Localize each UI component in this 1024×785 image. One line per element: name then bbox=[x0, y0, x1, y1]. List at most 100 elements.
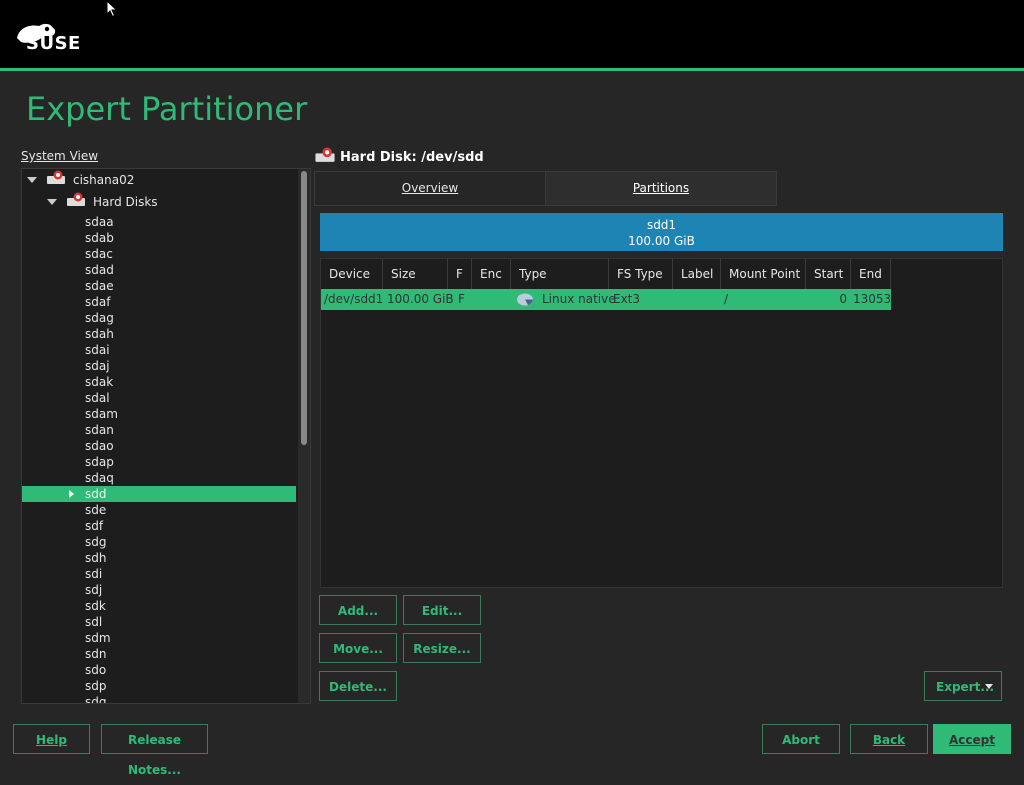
tree-item-disk[interactable]: sdae bbox=[22, 278, 292, 294]
tree-item-disk[interactable]: sdah bbox=[22, 326, 292, 342]
tree-item-disk[interactable]: sdan bbox=[22, 422, 292, 438]
tree-item-disk[interactable]: sdaa bbox=[22, 214, 292, 230]
tree-item-disk[interactable]: sdal bbox=[22, 390, 292, 406]
mouse-cursor-icon bbox=[106, 0, 118, 18]
resize-partition-button[interactable]: Resize... bbox=[403, 633, 481, 663]
partition-bar-sdd1[interactable]: sdd1 100.00 GiB bbox=[320, 213, 1003, 251]
tree-item-disk[interactable]: sdj bbox=[22, 582, 292, 598]
tree-item-disk[interactable]: sdh bbox=[22, 550, 292, 566]
tree-item-disk[interactable]: sdap bbox=[22, 454, 292, 470]
tree-item-label: sdab bbox=[85, 231, 114, 245]
tree-item-disk[interactable]: sdm bbox=[22, 630, 292, 646]
back-button[interactable]: Back bbox=[850, 724, 928, 754]
tree-item-disk[interactable]: sdao bbox=[22, 438, 292, 454]
partition-type-icon bbox=[517, 293, 533, 306]
release-notes-button[interactable]: Release Notes... bbox=[101, 724, 208, 777]
computer-icon bbox=[47, 170, 65, 184]
tree-root-label: cishana02 bbox=[73, 173, 135, 187]
column-header-start[interactable]: Start bbox=[806, 259, 851, 289]
top-accent-line bbox=[0, 68, 1024, 71]
accept-button[interactable]: Accept bbox=[933, 724, 1011, 754]
cell-start: 0 bbox=[839, 292, 847, 306]
tree-item-disk[interactable]: sdo bbox=[22, 662, 292, 678]
tree-item-label: sdo bbox=[85, 663, 107, 677]
column-header-type[interactable]: Type bbox=[511, 259, 609, 289]
column-header-enc[interactable]: Enc bbox=[472, 259, 511, 289]
hard-disk-title: Hard Disk: /dev/sdd bbox=[340, 150, 484, 165]
tree-item-disk[interactable]: sdab bbox=[22, 230, 292, 246]
tree-item-label: sdq bbox=[85, 695, 107, 704]
table-row[interactable]: /dev/sdd1 100.00 GiB F Linux native Ext3… bbox=[321, 289, 891, 310]
tree-item-disk[interactable]: sdi bbox=[22, 566, 292, 582]
column-header-size[interactable]: Size bbox=[383, 259, 448, 289]
cell-end: 13053 bbox=[853, 292, 892, 306]
tree-item-label: sdal bbox=[85, 391, 110, 405]
column-header-fs-type[interactable]: FS Type bbox=[609, 259, 673, 289]
tree-item-disk[interactable]: sdk bbox=[22, 598, 292, 614]
add-partition-button[interactable]: Add... bbox=[319, 595, 397, 625]
expert-menu-button[interactable]: Expert... bbox=[924, 671, 1002, 701]
tree-item-disk[interactable]: sdad bbox=[22, 262, 292, 278]
column-header-device[interactable]: Device bbox=[321, 259, 383, 289]
page-title: Expert Partitioner bbox=[26, 90, 308, 128]
tree-item-label: sdk bbox=[85, 599, 106, 613]
tree-item-label: sdad bbox=[85, 263, 114, 277]
cell-f: F bbox=[458, 292, 465, 306]
tree-item-disk[interactable]: sdam bbox=[22, 406, 292, 422]
column-header-label[interactable]: Label bbox=[673, 259, 721, 289]
edit-partition-button[interactable]: Edit... bbox=[403, 595, 481, 625]
tab-overview[interactable]: Overview bbox=[314, 171, 546, 206]
expand-arrow-icon[interactable] bbox=[27, 177, 37, 183]
tree-item-disk[interactable]: sdq bbox=[22, 694, 292, 704]
tree-item-hard-disks[interactable]: Hard Disks bbox=[22, 192, 292, 210]
tree-item-disk[interactable]: sdaf bbox=[22, 294, 292, 310]
cell-device: /dev/sdd1 bbox=[324, 292, 384, 306]
dropdown-arrow-icon bbox=[985, 684, 993, 689]
tree-item-label: sdan bbox=[85, 423, 114, 437]
cell-size: 100.00 GiB bbox=[387, 292, 454, 306]
tree-item-disk[interactable]: sdak bbox=[22, 374, 292, 390]
tree-item-disk[interactable]: sdp bbox=[22, 678, 292, 694]
help-button[interactable]: Help bbox=[13, 724, 90, 754]
tree-item-label: sdf bbox=[85, 519, 104, 533]
partitions-table[interactable]: Device Size F Enc Type FS Type Label Mou… bbox=[320, 258, 1003, 588]
tree-item-disk[interactable]: sdg bbox=[22, 534, 292, 550]
column-header-f[interactable]: F bbox=[448, 259, 472, 289]
tree-item-disk[interactable]: sdaq bbox=[22, 470, 292, 486]
cell-mount-point: / bbox=[724, 292, 729, 306]
tree-group-label: Hard Disks bbox=[93, 195, 158, 209]
tree-item-disk[interactable]: sdf bbox=[22, 518, 292, 534]
hard-disk-icon bbox=[67, 192, 85, 206]
tree-item-root[interactable]: cishana02 bbox=[22, 170, 292, 188]
tree-item-disk[interactable]: sdd bbox=[22, 486, 296, 502]
tree-item-disk[interactable]: sdai bbox=[22, 342, 292, 358]
column-header-mount-point[interactable]: Mount Point bbox=[721, 259, 806, 289]
suse-logo-text: SUSE bbox=[26, 33, 81, 54]
tree-item-label: sdac bbox=[85, 247, 113, 261]
move-partition-button[interactable]: Move... bbox=[319, 633, 397, 663]
expand-arrow-icon[interactable] bbox=[69, 490, 74, 498]
tree-item-label: sdak bbox=[85, 375, 114, 389]
tree-item-label: sdg bbox=[85, 535, 107, 549]
tree-item-disk[interactable]: sdl bbox=[22, 614, 292, 630]
tree-item-label: sdam bbox=[85, 407, 118, 421]
tab-partitions[interactable]: Partitions bbox=[545, 171, 777, 206]
tree-scrollbar[interactable] bbox=[298, 169, 310, 703]
partition-bar-size: 100.00 GiB bbox=[628, 234, 695, 248]
abort-button[interactable]: Abort bbox=[762, 724, 840, 754]
expand-arrow-icon[interactable] bbox=[47, 199, 57, 205]
delete-partition-button[interactable]: Delete... bbox=[319, 671, 397, 701]
tree-item-label: sdag bbox=[85, 311, 114, 325]
tree-item-label: sdj bbox=[85, 583, 103, 597]
tree-item-disk[interactable]: sdn bbox=[22, 646, 292, 662]
column-header-end[interactable]: End bbox=[851, 259, 891, 289]
tree-item-label: sdaq bbox=[85, 471, 114, 485]
cell-fs-type: Ext3 bbox=[613, 292, 641, 306]
tree-scrollbar-thumb[interactable] bbox=[301, 171, 307, 445]
tree-item-disk[interactable]: sde bbox=[22, 502, 292, 518]
tree-item-disk[interactable]: sdag bbox=[22, 310, 292, 326]
top-bar: SUSE bbox=[0, 0, 1024, 68]
tree-item-disk[interactable]: sdac bbox=[22, 246, 292, 262]
system-view-tree[interactable]: cishana02 Hard Disks sdaa sdab sdac sdad sda… bbox=[21, 168, 311, 704]
tree-item-disk[interactable]: sdaj bbox=[22, 358, 292, 374]
